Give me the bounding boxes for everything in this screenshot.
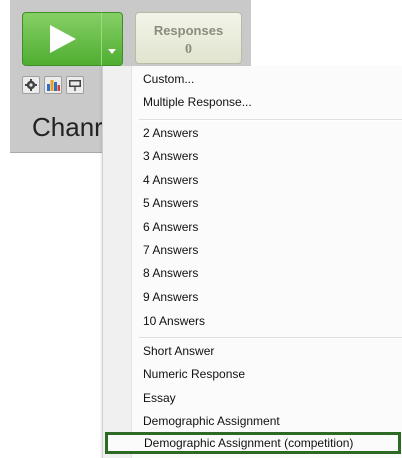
menu-item-5-answers[interactable]: 5 Answers	[131, 192, 402, 214]
menu-item-multiple-response[interactable]: Multiple Response...	[131, 91, 402, 113]
responses-count: 0	[185, 42, 192, 57]
menu-item-7-answers[interactable]: 7 Answers	[131, 239, 402, 261]
menu-item-numeric-response[interactable]: Numeric Response	[131, 363, 402, 385]
menu-item-3-answers[interactable]: 3 Answers	[131, 145, 402, 167]
chevron-down-icon	[108, 49, 116, 54]
menu-gutter	[103, 66, 132, 458]
menu-item-essay[interactable]: Essay	[131, 387, 402, 409]
responses-counter[interactable]: Responses 0	[135, 12, 242, 64]
menu-item-2-answers[interactable]: 2 Answers	[131, 122, 402, 144]
menu-item-demographic-assignment[interactable]: Demographic Assignment	[131, 410, 402, 432]
poll-type-menu: Custom... Multiple Response... 2 Answers…	[102, 66, 402, 458]
menu-separator	[139, 119, 402, 121]
channel-label: Chanr	[32, 112, 103, 142]
menu-item-6-answers[interactable]: 6 Answers	[131, 216, 402, 238]
menu-item-4-answers[interactable]: 4 Answers	[131, 169, 402, 191]
menu-item-custom[interactable]: Custom...	[131, 68, 402, 90]
presentation-icon[interactable]	[66, 76, 84, 94]
start-poll-button[interactable]	[22, 12, 102, 66]
bar-chart-icon[interactable]	[44, 76, 62, 94]
play-icon	[50, 25, 76, 53]
menu-item-short-answer[interactable]: Short Answer	[131, 340, 402, 362]
responses-label: Responses	[153, 23, 224, 38]
menu-item-demographic-assignment-competition[interactable]: Demographic Assignment (competition)	[105, 432, 401, 454]
menu-item-10-answers[interactable]: 10 Answers	[131, 310, 402, 332]
menu-separator	[139, 337, 402, 339]
gear-icon[interactable]	[22, 76, 40, 94]
poll-type-dropdown-button[interactable]	[101, 12, 123, 66]
menu-item-9-answers[interactable]: 9 Answers	[131, 286, 402, 308]
menu-item-8-answers[interactable]: 8 Answers	[131, 262, 402, 284]
